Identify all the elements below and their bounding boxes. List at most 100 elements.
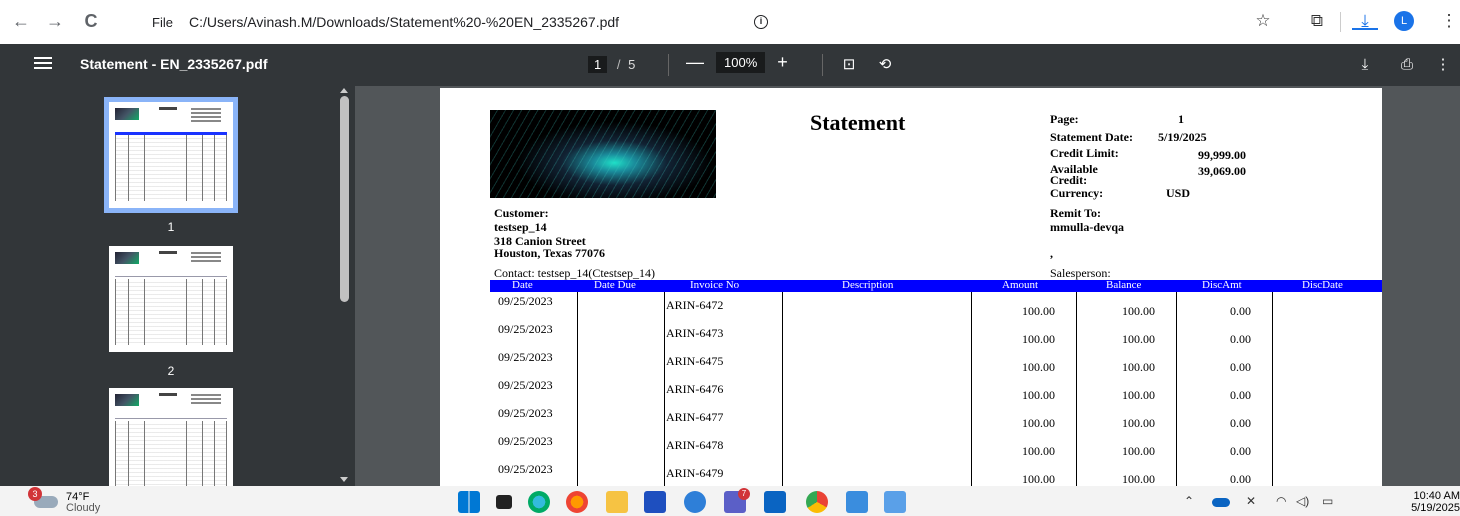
teams-badge: 7 bbox=[738, 488, 750, 500]
info-value: 1 bbox=[1178, 112, 1184, 126]
pdf-download-button[interactable]: ⤓ bbox=[1354, 54, 1376, 76]
row-date: 09/25/2023 bbox=[498, 322, 553, 336]
table-row: 09/25/2023 ARIN-6479 100.00 100.00 0.00 bbox=[490, 460, 1382, 486]
document-title: Statement - EN_2335267.pdf bbox=[80, 56, 268, 72]
row-disc-amt: 0.00 bbox=[1230, 388, 1251, 402]
start-windows-icon[interactable] bbox=[458, 491, 480, 513]
clock-time: 10:40 AM bbox=[1413, 490, 1460, 502]
row-invoice: ARIN-6479 bbox=[666, 466, 724, 480]
row-invoice: ARIN-6472 bbox=[666, 298, 724, 312]
taskbar: 3 74°F Cloudy 7 ⌃ ✕ ◠ ◁) ▭ 10:40 AM 5/19… bbox=[0, 486, 1460, 516]
chrome-icon[interactable] bbox=[806, 491, 828, 513]
back-arrow-icon: ← bbox=[12, 11, 30, 31]
snipping-tool-icon[interactable] bbox=[884, 491, 906, 513]
row-balance: 100.00 bbox=[1122, 360, 1155, 374]
edge-browser-icon[interactable] bbox=[528, 491, 550, 513]
teams-icon[interactable]: 7 bbox=[724, 488, 750, 513]
info-label: Page: bbox=[1050, 112, 1079, 126]
toolbar-separator bbox=[668, 54, 669, 76]
pdf-viewer[interactable]: Statement Page: 1 Statement Date: 5/19/2… bbox=[355, 86, 1460, 486]
thumbnail-page-3[interactable] bbox=[102, 388, 240, 494]
weather-badge: 3 bbox=[28, 487, 42, 501]
file-explorer-icon[interactable] bbox=[606, 491, 628, 513]
battery-icon[interactable]: ▭ bbox=[1322, 494, 1333, 508]
back-button[interactable]: ← bbox=[8, 8, 34, 34]
sidebar-scrollbar[interactable] bbox=[338, 86, 350, 486]
wifi-icon[interactable]: ◠ bbox=[1276, 494, 1286, 508]
print-button[interactable]: ⎙ bbox=[1396, 54, 1418, 76]
browser-menu-button[interactable]: ⋮ bbox=[1436, 8, 1460, 34]
total-pages: 5 bbox=[628, 57, 636, 72]
notepad-icon[interactable] bbox=[846, 491, 868, 513]
system-clock[interactable]: 10:40 AM 5/19/2025 bbox=[1400, 490, 1460, 514]
thumbnail-sidebar: 1 2 bbox=[0, 86, 355, 494]
row-balance: 100.00 bbox=[1122, 332, 1155, 346]
browser-toolbar: ← → C i File C:/Users/Avinash.M/Download… bbox=[0, 0, 1460, 44]
forward-button[interactable]: → bbox=[42, 8, 68, 34]
column-header: Date bbox=[512, 279, 533, 291]
column-header: Date Due bbox=[594, 279, 636, 291]
pdf-page: Statement Page: 1 Statement Date: 5/19/2… bbox=[440, 88, 1382, 486]
firefox-icon[interactable] bbox=[566, 491, 588, 513]
zoom-level-input[interactable]: 100% bbox=[716, 52, 766, 73]
weather-condition: Cloudy bbox=[66, 502, 101, 514]
thumbnail-image bbox=[104, 97, 238, 213]
zoom-controls: — 100% + bbox=[686, 52, 788, 73]
current-page-input[interactable]: 1 bbox=[588, 56, 608, 73]
remote-desktop-icon[interactable] bbox=[684, 491, 706, 513]
column-header: DiscAmt bbox=[1202, 279, 1242, 291]
zoom-out-button[interactable]: — bbox=[686, 52, 704, 73]
volume-icon[interactable]: ◁) bbox=[1296, 494, 1309, 508]
row-date: 09/25/2023 bbox=[498, 406, 553, 420]
outlook-icon[interactable] bbox=[764, 491, 786, 513]
pdf-toolbar: Statement - EN_2335267.pdf 1 / 5 — 100% … bbox=[0, 44, 1460, 86]
row-amount: 100.00 bbox=[1022, 360, 1055, 374]
store-icon[interactable] bbox=[644, 491, 666, 513]
row-balance: 100.00 bbox=[1122, 416, 1155, 430]
downloads-button[interactable]: ⤓ bbox=[1352, 8, 1378, 30]
zoom-in-button[interactable]: + bbox=[777, 52, 788, 73]
fit-page-button[interactable]: ⊡ bbox=[838, 54, 860, 76]
bookmark-button[interactable]: ☆ bbox=[1250, 8, 1276, 34]
customer-name: testsep_14 bbox=[494, 220, 547, 234]
row-invoice: ARIN-6475 bbox=[666, 354, 724, 368]
url-text: C:/Users/Avinash.M/Downloads/Statement%2… bbox=[188, 14, 620, 30]
address-bar[interactable]: i File C:/Users/Avinash.M/Downloads/Stat… bbox=[144, 7, 1294, 37]
scroll-up-icon[interactable] bbox=[340, 88, 348, 93]
file-chip-label: File bbox=[152, 14, 173, 30]
more-vert-icon: ⋮ bbox=[1435, 56, 1451, 73]
pdf-more-button[interactable]: ⋮ bbox=[1432, 54, 1454, 76]
reload-button[interactable]: C bbox=[78, 8, 104, 34]
table-row: 09/25/2023 ARIN-6472 100.00 100.00 0.00 bbox=[490, 292, 1382, 320]
row-balance: 100.00 bbox=[1122, 472, 1155, 486]
profile-avatar[interactable]: L bbox=[1394, 11, 1414, 31]
thumbnail-page-1[interactable]: 1 bbox=[102, 97, 240, 234]
chevron-up-icon[interactable]: ⌃ bbox=[1184, 494, 1194, 508]
extensions-button[interactable]: ⧉ bbox=[1304, 8, 1330, 34]
thumbnail-page-2[interactable]: 2 bbox=[102, 246, 240, 378]
salesperson-label: Salesperson: bbox=[1050, 266, 1111, 280]
remit-name: mmulla-devqa bbox=[1050, 220, 1125, 234]
thumbnail-image bbox=[109, 388, 233, 494]
task-view-icon[interactable] bbox=[496, 495, 512, 509]
sidebar-toggle-button[interactable] bbox=[34, 54, 52, 72]
remit-label: Remit To: bbox=[1050, 206, 1101, 220]
star-icon: ☆ bbox=[1255, 11, 1271, 30]
rotate-button[interactable]: ⟲ bbox=[874, 54, 896, 76]
row-disc-amt: 0.00 bbox=[1230, 332, 1251, 346]
site-info-chip[interactable]: i File bbox=[144, 10, 768, 34]
row-balance: 100.00 bbox=[1122, 304, 1155, 318]
row-invoice: ARIN-6478 bbox=[666, 438, 724, 452]
column-header: Balance bbox=[1106, 279, 1142, 291]
scroll-down-icon[interactable] bbox=[340, 477, 348, 482]
microphone-muted-icon[interactable]: ✕ bbox=[1246, 494, 1256, 508]
row-disc-amt: 0.00 bbox=[1230, 304, 1251, 318]
onedrive-icon[interactable] bbox=[1212, 498, 1230, 507]
row-invoice: ARIN-6473 bbox=[666, 326, 724, 340]
info-label: Available Credit: bbox=[1050, 162, 1098, 187]
customer-city: Houston, Texas 77076 bbox=[494, 246, 606, 260]
info-label: Currency: bbox=[1050, 186, 1104, 200]
scrollbar-thumb[interactable] bbox=[340, 96, 349, 302]
row-amount: 100.00 bbox=[1022, 388, 1055, 402]
row-disc-amt: 0.00 bbox=[1230, 444, 1251, 458]
